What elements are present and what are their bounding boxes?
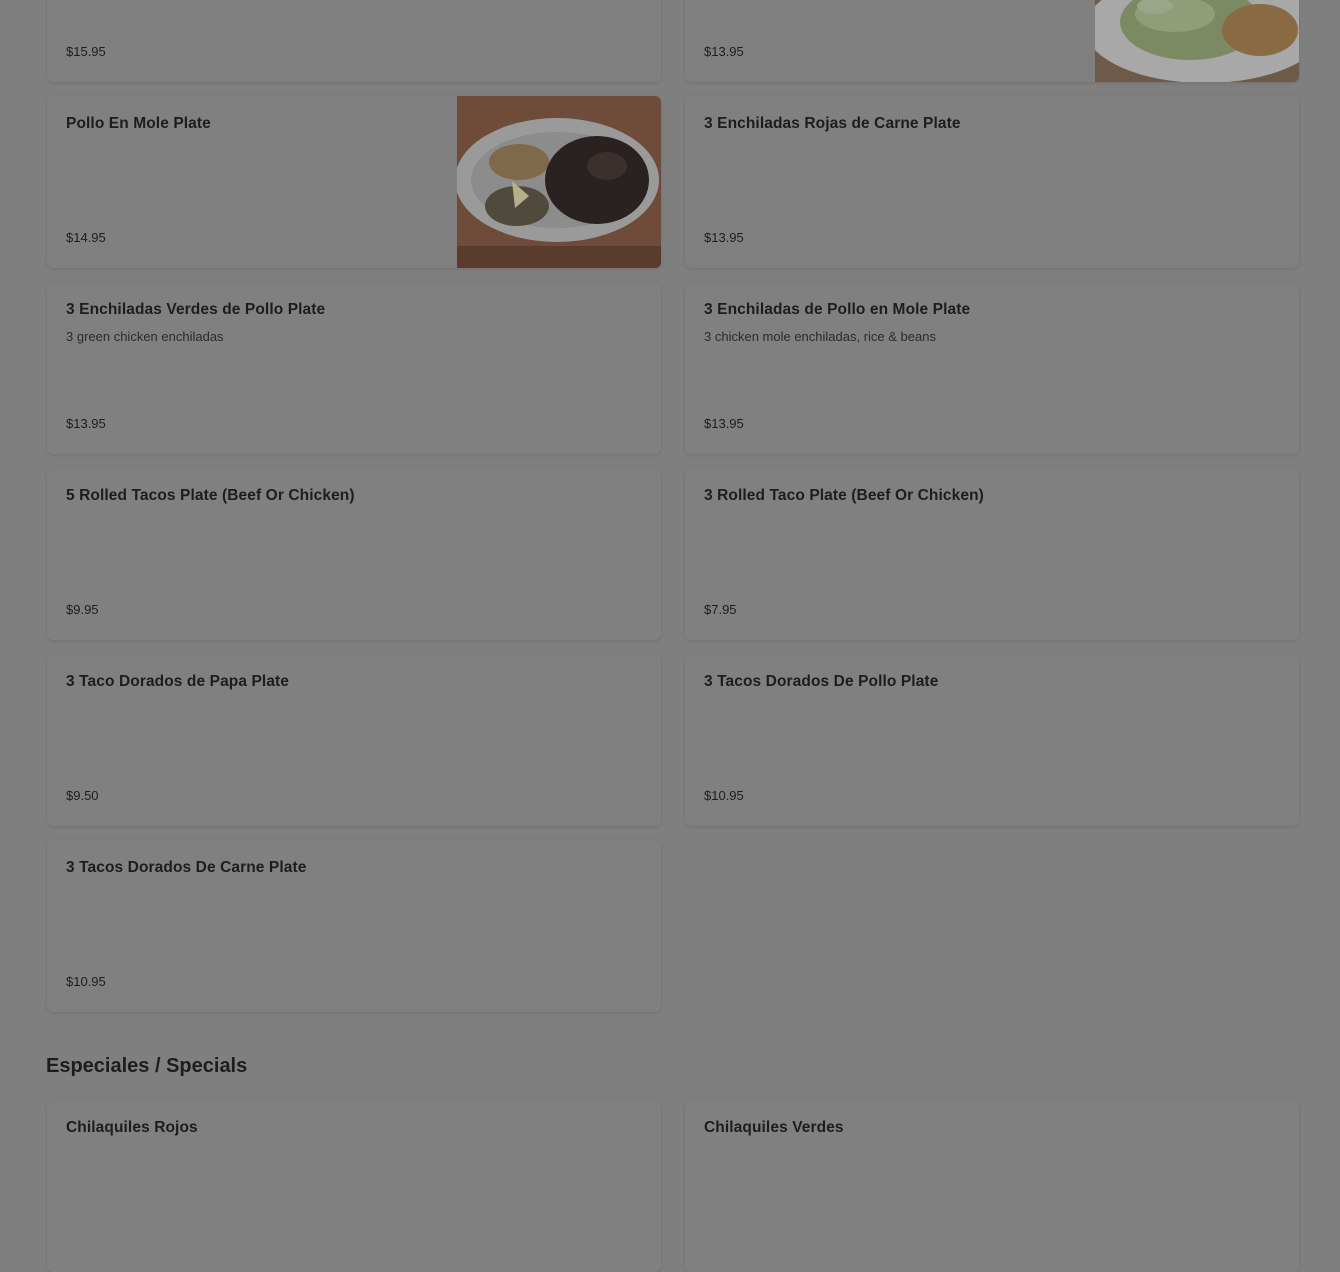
menu-item-price: $13.95 <box>66 416 106 431</box>
menu-item-price: $13.95 <box>704 416 744 431</box>
menu-item-title: Chilaquiles Verdes <box>704 1119 844 1136</box>
menu-item-price: $7.95 <box>704 602 737 617</box>
menu-item-card[interactable]: 3 Taco Dorados de Papa Plate $9.50 <box>47 654 661 826</box>
menu-item-photo <box>1095 0 1299 82</box>
menu-item-title: 5 Rolled Tacos Plate (Beef Or Chicken) <box>66 487 355 504</box>
menu-item-card[interactable]: $15.95 <box>47 0 661 82</box>
menu-item-title: Pollo En Mole Plate <box>66 115 211 132</box>
menu-item-title: 3 Tacos Dorados De Carne Plate <box>66 859 307 876</box>
menu-item-card[interactable]: 5 Rolled Tacos Plate (Beef Or Chicken) $… <box>47 468 661 640</box>
menu-item-title: 3 Tacos Dorados De Pollo Plate <box>704 673 939 690</box>
section-heading: Especiales / Specials <box>46 1055 248 1077</box>
menu-item-description: 3 chicken mole enchiladas, rice & beans <box>704 329 936 344</box>
menu-item-card[interactable]: 3 Enchiladas de Pollo en Mole Plate 3 ch… <box>685 282 1299 454</box>
menu-item-price: $15.95 <box>66 44 106 59</box>
menu-item-photo <box>457 96 661 268</box>
menu-item-card[interactable]: 3 Rolled Taco Plate (Beef Or Chicken) $7… <box>685 468 1299 640</box>
menu-item-title: 3 Rolled Taco Plate (Beef Or Chicken) <box>704 487 984 504</box>
menu-item-price: $9.50 <box>66 788 99 803</box>
menu-item-price: $9.95 <box>66 602 99 617</box>
menu-item-price: $14.95 <box>66 230 106 245</box>
menu-item-price: $13.95 <box>704 44 744 59</box>
menu-item-title: 3 Enchiladas de Pollo en Mole Plate <box>704 301 971 318</box>
menu-item-card[interactable]: 3 Enchiladas Rojas de Carne Plate $13.95 <box>685 96 1299 268</box>
menu-item-card[interactable]: 3 Enchiladas Verdes de Pollo Plate 3 gre… <box>47 282 661 454</box>
menu-item-price: $13.95 <box>704 230 744 245</box>
menu-item-title: 3 Enchiladas Rojas de Carne Plate <box>704 115 961 132</box>
menu-item-title: Chilaquiles Rojos <box>66 1119 198 1136</box>
menu-item-card[interactable]: Pollo En Mole Plate $14.95 <box>47 96 661 268</box>
menu-item-title: 3 Enchiladas Verdes de Pollo Plate <box>66 301 326 318</box>
menu-item-title: 3 Taco Dorados de Papa Plate <box>66 673 290 690</box>
menu-item-card[interactable]: 3 Tacos Dorados De Carne Plate $10.95 <box>47 840 661 1012</box>
menu-item-price: $10.95 <box>704 788 744 803</box>
menu-item-card[interactable]: Chilaquiles Verdes <box>685 1100 1299 1272</box>
menu-item-card[interactable]: 3 Tacos Dorados De Pollo Plate $10.95 <box>685 654 1299 826</box>
menu-item-description: 3 green chicken enchiladas <box>66 329 224 344</box>
menu-item-price: $10.95 <box>66 974 106 989</box>
menu-item-card[interactable]: Chilaquiles Rojos <box>47 1100 661 1272</box>
menu-item-card[interactable]: $13.95 <box>685 0 1299 82</box>
